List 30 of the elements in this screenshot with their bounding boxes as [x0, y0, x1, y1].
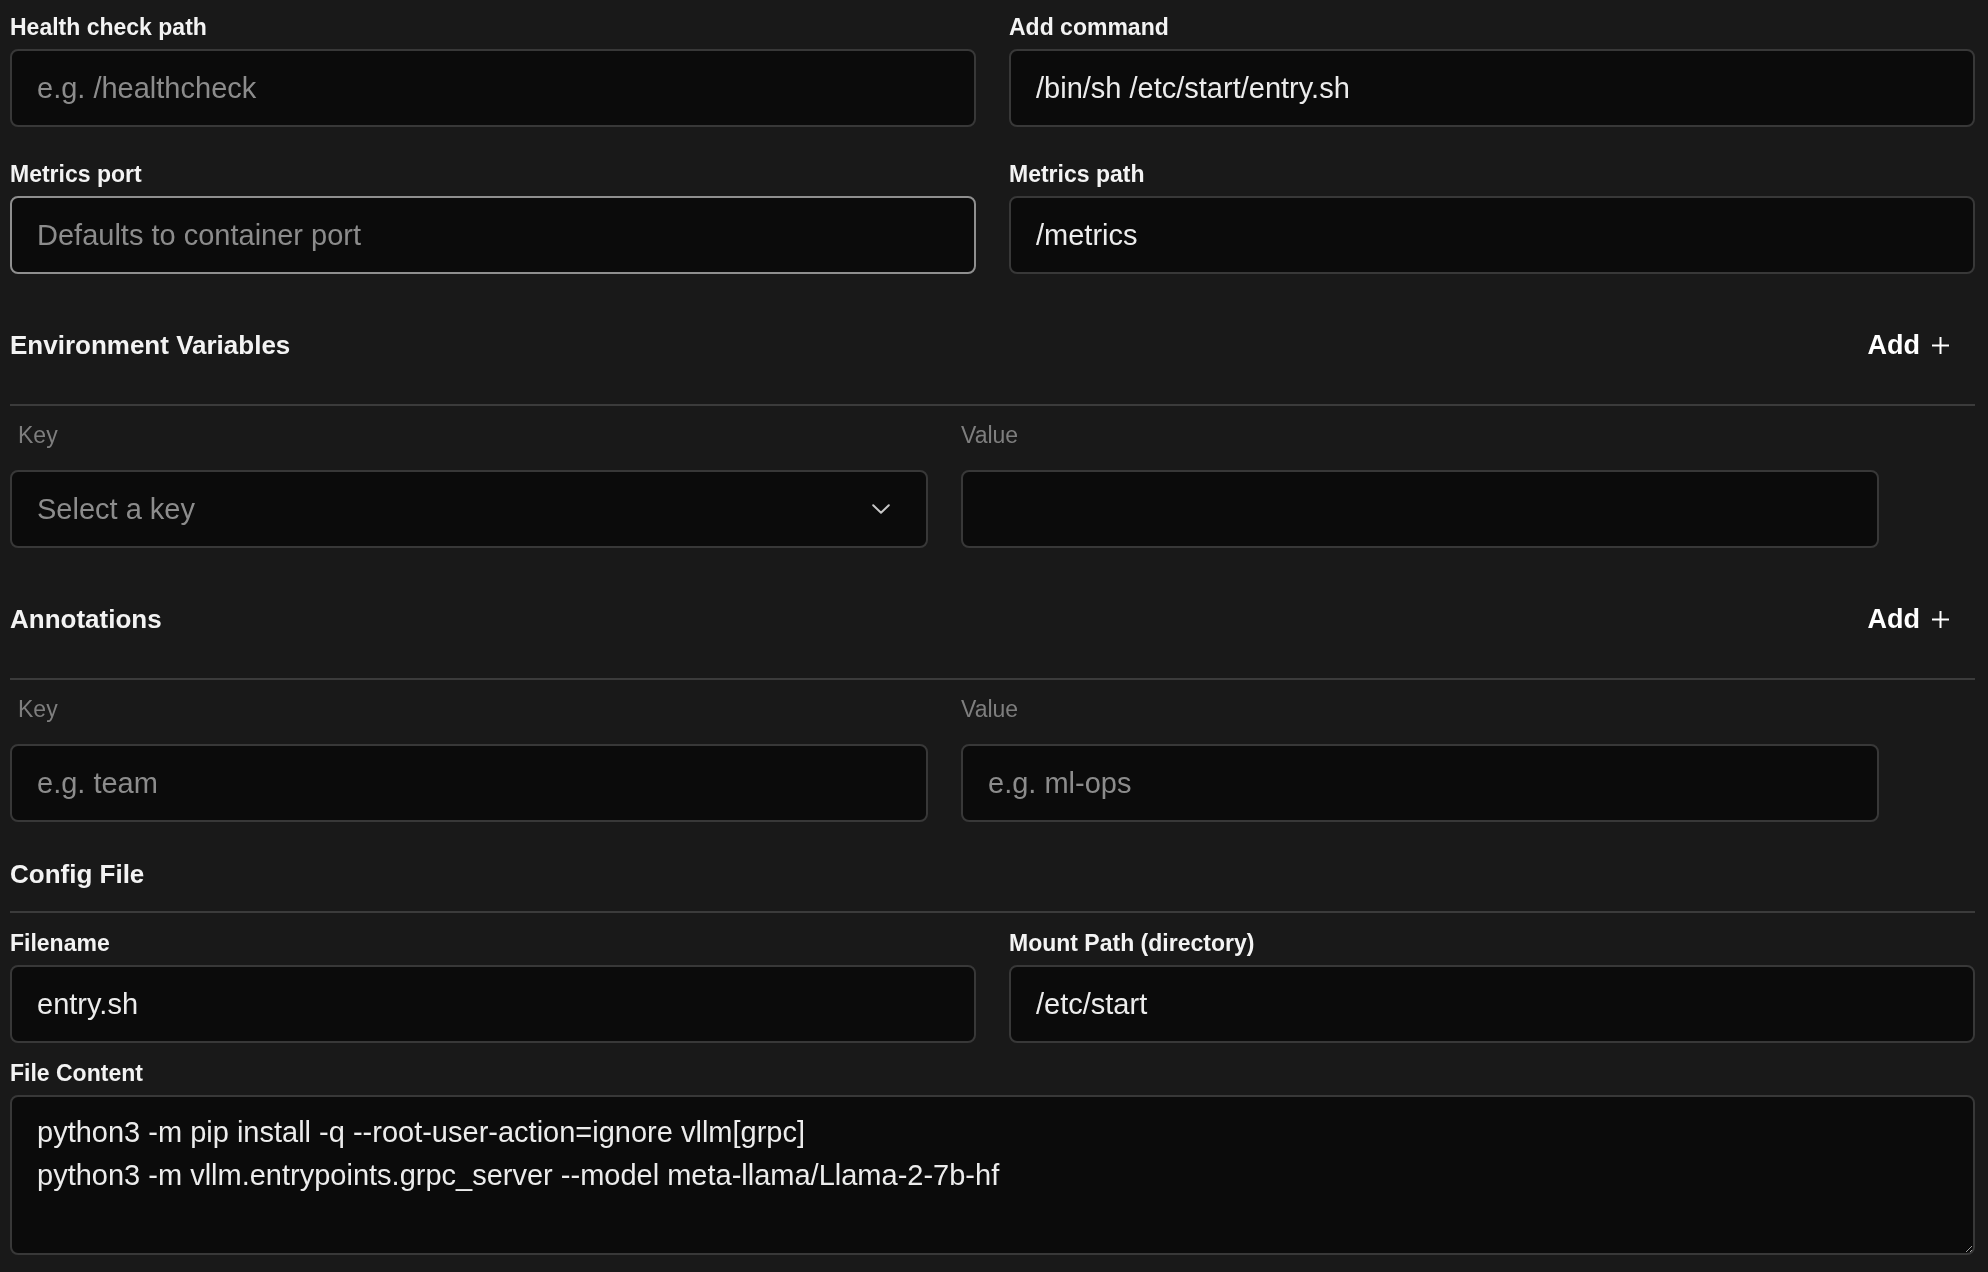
section-title: Config File	[10, 858, 145, 890]
value-field[interactable]: e.g. ml-ops	[961, 744, 1879, 822]
key-field[interactable]: e.g. team	[10, 744, 928, 822]
plus-icon	[1932, 336, 1949, 354]
text-field[interactable]: /etc/start	[1009, 965, 1975, 1043]
text-field[interactable]: /metrics	[1009, 196, 1975, 274]
column-label: Value	[961, 421, 1020, 449]
column-label: Key	[17, 695, 59, 723]
text-field[interactable]: e.g. /healthcheck	[10, 49, 976, 127]
key-select-field[interactable]: Select a key	[10, 470, 928, 548]
text-field[interactable]: Defaults to container port	[10, 196, 976, 274]
column-label: Key	[17, 421, 59, 449]
field-label: Mount Path (directory)	[1009, 929, 1256, 957]
value-field[interactable]	[961, 470, 1879, 548]
column-label: Value	[961, 695, 1020, 723]
section-title: Annotations	[10, 603, 162, 635]
text-field[interactable]: entry.sh	[10, 965, 976, 1043]
field-label: Metrics path	[1009, 160, 1146, 188]
add-button[interactable]: Add	[1841, 584, 1975, 654]
text-field[interactable]: /bin/sh /etc/start/entry.sh	[1009, 49, 1975, 127]
section-title: Environment Variables	[10, 329, 291, 361]
field-label: Add command	[1009, 13, 1170, 41]
chevron-down-icon	[872, 504, 890, 514]
add-button[interactable]: Add	[1841, 310, 1975, 380]
file-content-field[interactable]: python3 -m pip install -q --root-user-action=ignore vllm[grpc] python3 -m vllm.entrypoints.grpc_server --model meta-llama/Llama-2-7b-hf	[10, 1095, 1975, 1255]
field-label: Metrics port	[10, 160, 143, 188]
field-label: Health check path	[10, 13, 208, 41]
field-label: Filename	[10, 929, 111, 957]
field-label: File Content	[10, 1059, 144, 1087]
plus-icon	[1932, 610, 1949, 628]
